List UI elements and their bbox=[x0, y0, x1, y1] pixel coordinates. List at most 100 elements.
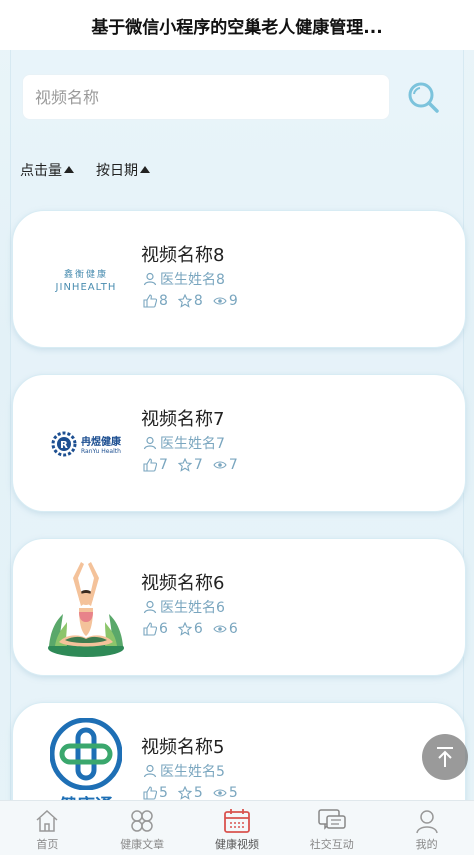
view-count: 9 bbox=[213, 293, 238, 309]
view-count-value: 9 bbox=[228, 293, 238, 309]
favorite-count-value: 6 bbox=[193, 621, 203, 637]
video-stats: 5 5 5 bbox=[143, 785, 238, 801]
bottom-tab-bar: 首页 健康文章 健康视频 社交互动 我的 bbox=[0, 800, 474, 855]
eye-icon bbox=[213, 625, 227, 633]
favorite-count-value: 7 bbox=[193, 457, 203, 473]
gear-logo-icon: R bbox=[51, 431, 77, 457]
clover-icon bbox=[131, 810, 153, 832]
user-icon bbox=[143, 764, 157, 778]
like-count[interactable]: 8 bbox=[143, 293, 168, 309]
caret-up-icon bbox=[140, 165, 150, 173]
video-stats: 8 8 9 bbox=[143, 293, 238, 309]
thumbs-up-icon bbox=[143, 622, 157, 636]
user-icon bbox=[143, 600, 157, 614]
eye-icon bbox=[213, 461, 227, 469]
view-count-value: 5 bbox=[228, 785, 238, 801]
favorite-count-value: 8 bbox=[193, 293, 203, 309]
video-stats: 6 6 6 bbox=[143, 621, 238, 637]
logo-title: 鑫衡健康 bbox=[63, 270, 108, 280]
sort-date-label: 按日期 bbox=[96, 163, 138, 179]
jinhealth-logo: 鑫衡健康 JINHEALTH bbox=[56, 267, 117, 293]
tab-home-label: 首页 bbox=[36, 838, 59, 851]
thumbs-up-icon bbox=[143, 294, 157, 308]
video-card[interactable]: R 冉煜健康 RanYu Health 视频名称7 医生姓名7 7 7 7 bbox=[12, 374, 466, 512]
user-icon bbox=[143, 272, 157, 286]
calendar-icon bbox=[224, 809, 250, 833]
sort-bar: 点击量 按日期 bbox=[20, 158, 150, 182]
video-thumbnail bbox=[33, 553, 139, 663]
arrow-up-to-top-icon bbox=[437, 747, 453, 767]
like-count-value: 8 bbox=[159, 293, 168, 309]
doctor-name: 医生姓名7 bbox=[160, 436, 225, 452]
video-card[interactable]: 鑫衡健康 JINHEALTH 视频名称8 医生姓名8 8 8 9 bbox=[12, 210, 466, 348]
sort-clicks-label: 点击量 bbox=[20, 163, 62, 179]
favorite-count-value: 5 bbox=[193, 785, 203, 801]
health-cross-logo-icon bbox=[50, 718, 122, 790]
tab-mine-label: 我的 bbox=[415, 838, 438, 851]
tab-health-articles[interactable]: 健康文章 bbox=[95, 801, 189, 855]
tab-social-label: 社交互动 bbox=[309, 838, 354, 851]
like-count[interactable]: 6 bbox=[143, 621, 168, 637]
doctor-name-row: 医生姓名8 bbox=[143, 269, 225, 289]
star-icon bbox=[177, 786, 192, 800]
doctor-name: 医生姓名5 bbox=[160, 764, 225, 780]
doctor-name-row: 医生姓名5 bbox=[143, 761, 225, 781]
favorite-count[interactable]: 7 bbox=[177, 457, 203, 473]
like-count-value: 7 bbox=[159, 457, 168, 473]
title-bar: 基于微信小程序的空巢老人健康管理... bbox=[0, 0, 474, 50]
eye-icon bbox=[213, 789, 227, 797]
video-thumbnail: R 冉煜健康 RanYu Health bbox=[33, 389, 139, 499]
view-count: 6 bbox=[213, 621, 238, 637]
doctor-name-row: 医生姓名6 bbox=[143, 597, 225, 617]
sort-by-clicks[interactable]: 点击量 bbox=[20, 158, 74, 182]
tab-health-videos[interactable]: 健康视频 bbox=[190, 801, 284, 855]
tab-health-articles-label: 健康文章 bbox=[120, 838, 165, 851]
eye-icon bbox=[213, 297, 227, 305]
view-count: 7 bbox=[213, 457, 238, 473]
back-to-top-button[interactable] bbox=[422, 734, 468, 780]
caret-up-icon bbox=[64, 165, 74, 173]
tab-health-videos-label: 健康视频 bbox=[214, 838, 259, 851]
like-count[interactable]: 7 bbox=[143, 457, 168, 473]
logo-title: 冉煜健康 bbox=[81, 437, 121, 448]
video-title: 视频名称7 bbox=[141, 409, 225, 430]
tab-mine[interactable]: 我的 bbox=[380, 801, 474, 855]
star-icon bbox=[177, 294, 192, 308]
sort-by-date[interactable]: 按日期 bbox=[96, 158, 150, 182]
user-icon bbox=[415, 810, 438, 834]
video-title: 视频名称8 bbox=[141, 245, 225, 266]
search-field[interactable] bbox=[22, 74, 390, 120]
favorite-count[interactable]: 6 bbox=[177, 621, 203, 637]
logo-subtitle: RanYu Health bbox=[81, 448, 121, 455]
chat-icon bbox=[318, 809, 346, 830]
favorite-count[interactable]: 8 bbox=[177, 293, 203, 309]
thumbs-up-icon bbox=[143, 786, 157, 800]
yoga-woman-illustration bbox=[48, 562, 124, 657]
page-title: 基于微信小程序的空巢老人健康管理... bbox=[91, 17, 383, 38]
view-count-value: 6 bbox=[228, 621, 238, 637]
thumbs-up-icon bbox=[143, 458, 157, 472]
tab-social[interactable]: 社交互动 bbox=[285, 801, 379, 855]
star-icon bbox=[177, 622, 192, 636]
search-icon bbox=[408, 82, 439, 113]
view-count: 5 bbox=[213, 785, 238, 801]
ranyu-logo: R 冉煜健康 RanYu Health bbox=[51, 431, 121, 457]
home-icon bbox=[36, 809, 58, 832]
like-count[interactable]: 5 bbox=[143, 785, 168, 801]
search-button[interactable] bbox=[402, 76, 444, 118]
video-title: 视频名称6 bbox=[141, 573, 225, 594]
like-count-value: 6 bbox=[159, 621, 168, 637]
view-count-value: 7 bbox=[228, 457, 238, 473]
doctor-name: 医生姓名8 bbox=[160, 272, 225, 288]
video-card[interactable]: 视频名称6 医生姓名6 6 6 6 bbox=[12, 538, 466, 676]
video-stats: 7 7 7 bbox=[143, 457, 238, 473]
user-icon bbox=[143, 436, 157, 450]
like-count-value: 5 bbox=[159, 785, 168, 801]
search-input[interactable] bbox=[35, 87, 377, 107]
svg-text:R: R bbox=[60, 440, 68, 451]
tab-home[interactable]: 首页 bbox=[0, 801, 94, 855]
star-icon bbox=[177, 458, 192, 472]
logo-subtitle: JINHEALTH bbox=[55, 282, 117, 293]
favorite-count[interactable]: 5 bbox=[177, 785, 203, 801]
video-thumbnail: 鑫衡健康 JINHEALTH bbox=[33, 225, 139, 335]
